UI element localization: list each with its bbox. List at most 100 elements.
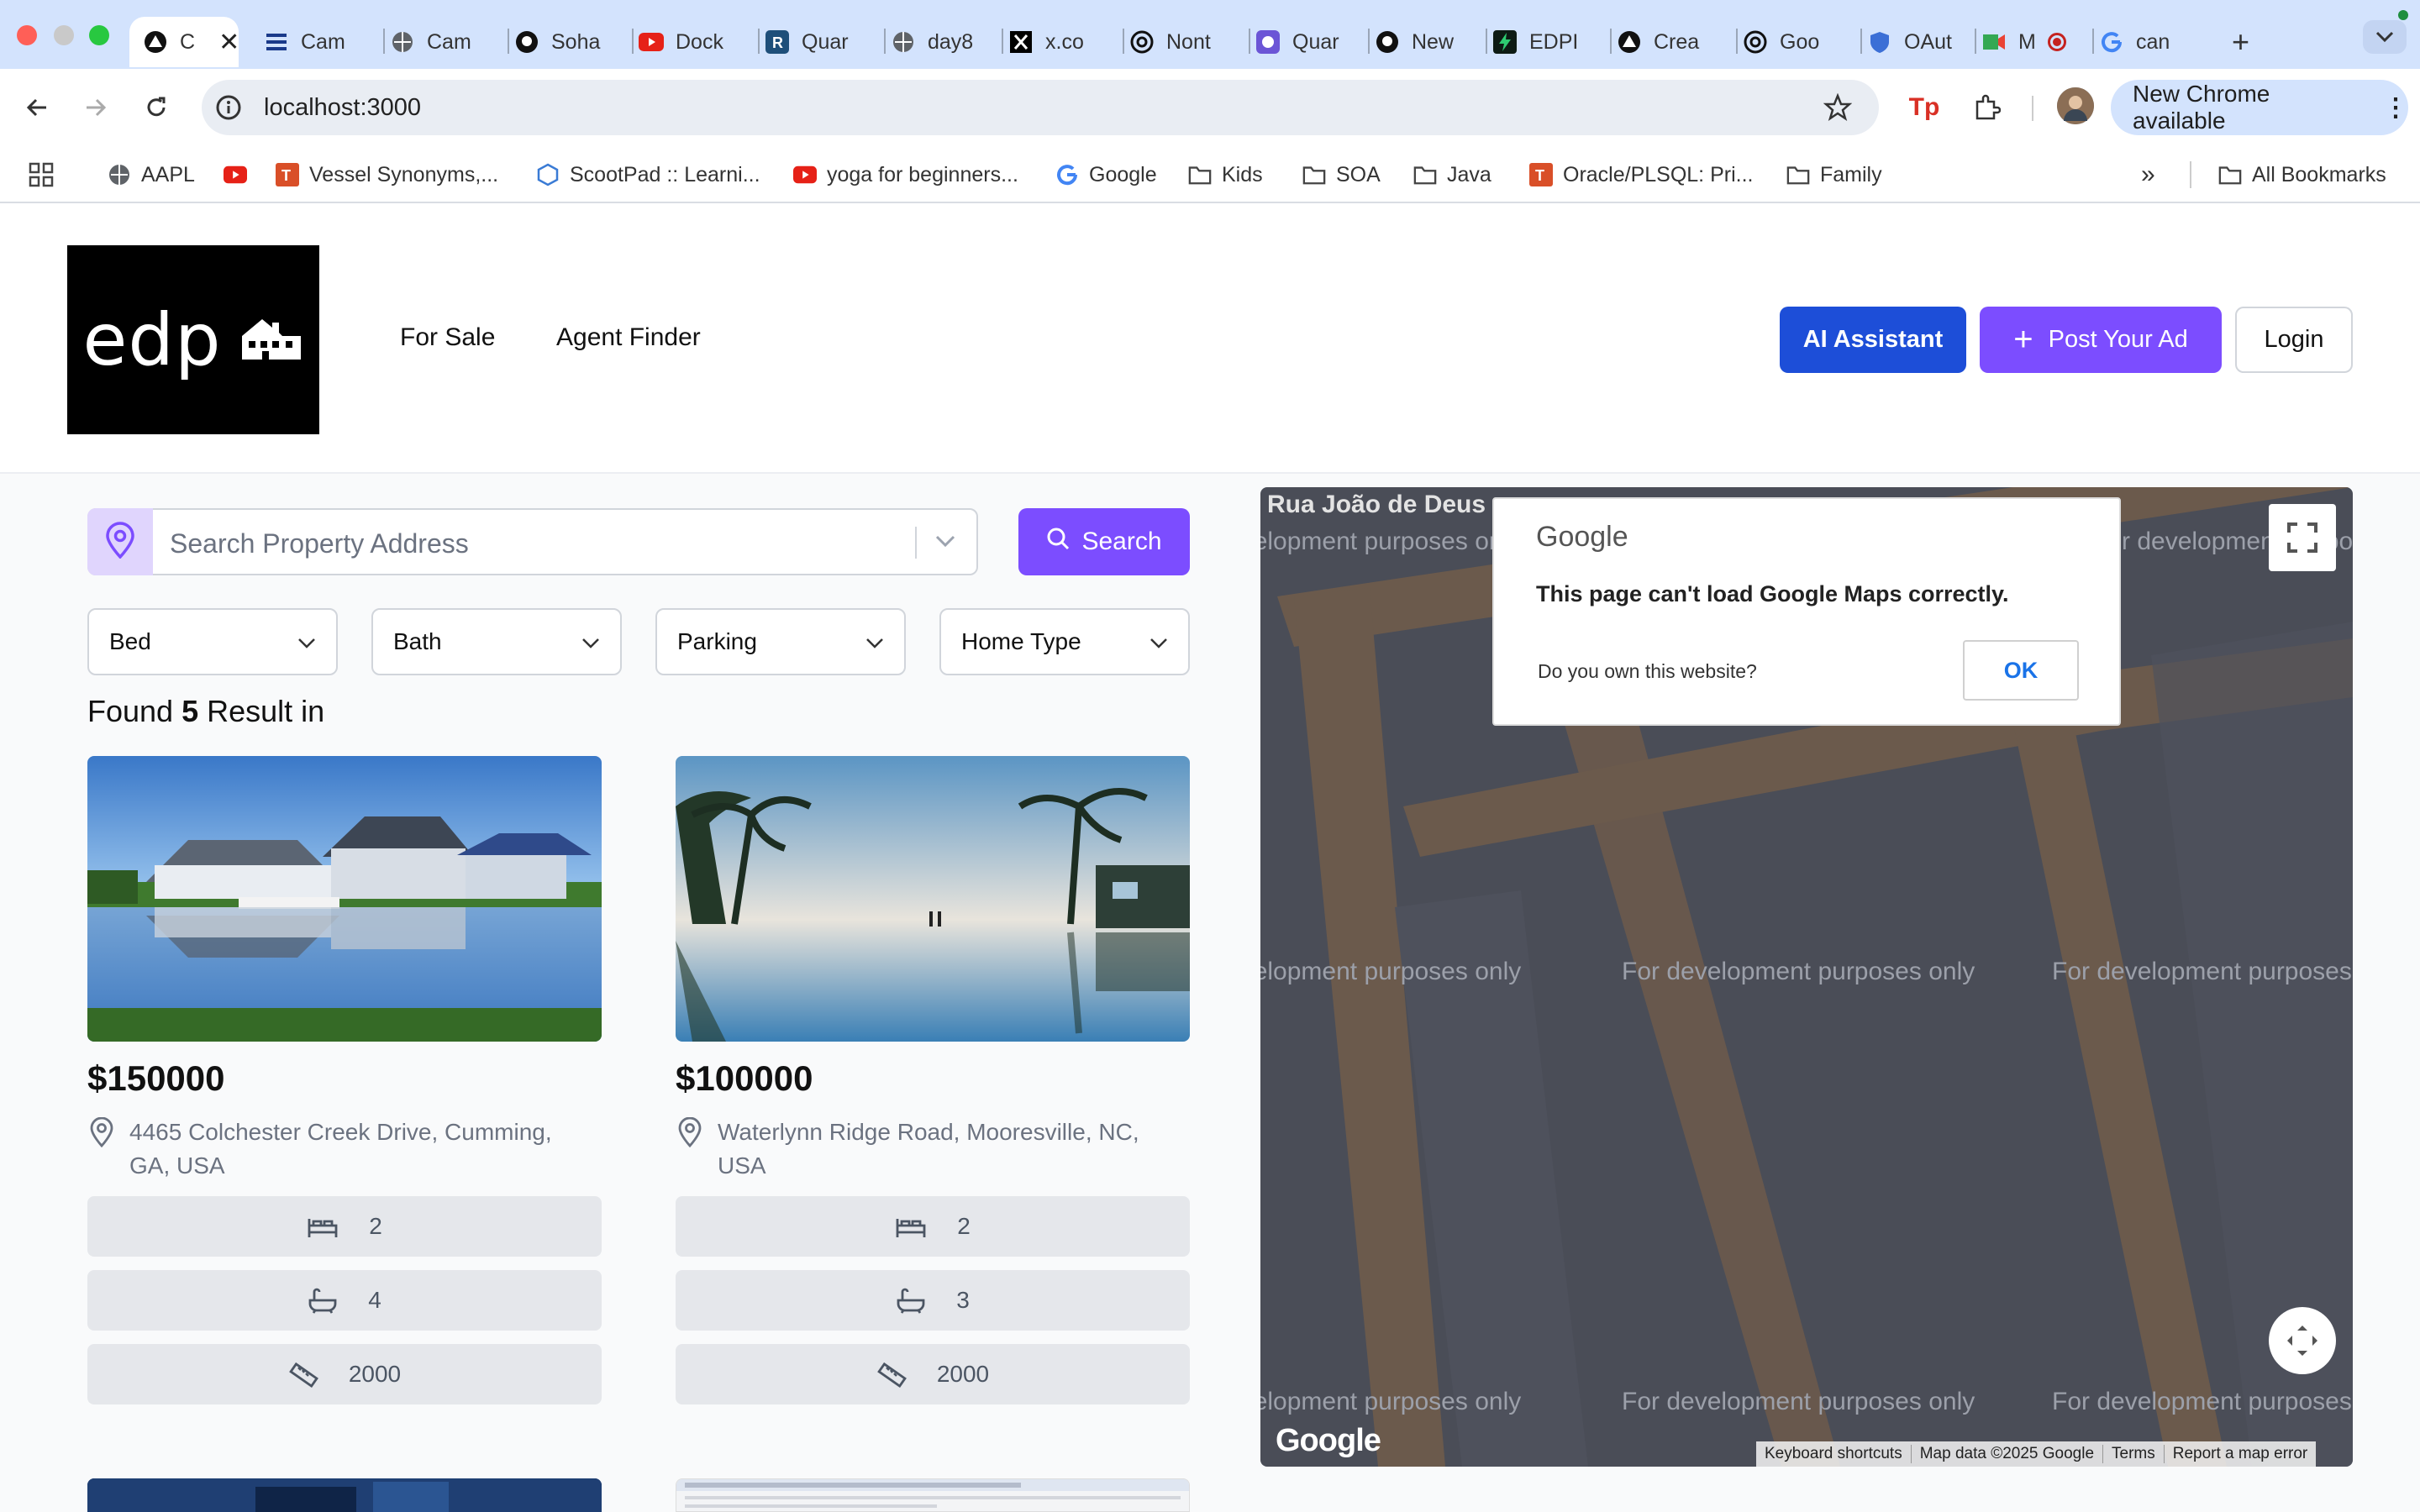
bookmark-item[interactable]: Google	[1055, 158, 1157, 192]
tab[interactable]: M	[1981, 17, 2091, 67]
maximize-window-icon[interactable]	[89, 25, 109, 45]
tab[interactable]: day8	[891, 17, 1000, 67]
bookmark-item[interactable]: Java	[1413, 158, 1491, 192]
filter-bed-select[interactable]: Bed	[87, 608, 338, 675]
forward-arrow-icon[interactable]	[77, 89, 114, 126]
tab-label: Goo	[1780, 29, 1820, 54]
t-icon: T	[1529, 163, 1553, 186]
listing-image-2[interactable]	[676, 756, 1190, 1042]
filter-bath-select[interactable]: Bath	[371, 608, 622, 675]
tab-close-icon[interactable]: ✕	[218, 28, 239, 57]
listing-area: 2000	[676, 1344, 1190, 1404]
new-tab-button[interactable]: +	[2232, 17, 2265, 67]
bed-icon	[895, 1214, 942, 1239]
filter-parking-select[interactable]: Parking	[655, 608, 906, 675]
listing-image-4[interactable]	[676, 1478, 1190, 1512]
toolbar-divider	[2032, 96, 2033, 121]
ai-assistant-button[interactable]: AI Assistant	[1780, 307, 1966, 373]
bookmarks-overflow-button[interactable]: »	[2141, 158, 2155, 192]
tab[interactable]: EDPI	[1492, 17, 1602, 67]
logo-text: edp	[82, 297, 222, 382]
dialog-question-link[interactable]: Do you own this website?	[1538, 660, 1757, 683]
bookmark-item[interactable]: T Oracle/PLSQL: Pri...	[1529, 158, 1753, 192]
bookmark-item[interactable]: yoga for beginners...	[793, 158, 1018, 192]
search-button[interactable]: Search	[1018, 508, 1190, 575]
chevron-down-icon	[297, 628, 316, 655]
youtube-icon	[639, 29, 664, 55]
tab[interactable]: Nont	[1129, 17, 1239, 67]
extensions-puzzle-icon[interactable]	[1968, 89, 2005, 126]
apps-grid-icon[interactable]	[29, 158, 54, 192]
login-button[interactable]: Login	[2235, 307, 2353, 373]
close-window-icon[interactable]	[17, 25, 37, 45]
site-logo[interactable]: edp	[67, 245, 319, 434]
fullscreen-icon[interactable]	[2269, 504, 2336, 571]
tab-separator	[1486, 29, 1487, 54]
extension-tp-icon[interactable]: Tp	[1906, 89, 1943, 126]
site-info-icon[interactable]	[215, 94, 242, 125]
tab[interactable]: OAut	[1867, 17, 1976, 67]
tab[interactable]: New	[1375, 17, 1484, 67]
tab[interactable]: Crea	[1617, 17, 1726, 67]
tab[interactable]: Dock	[639, 17, 748, 67]
bookmark-item[interactable]: Family	[1786, 158, 1882, 192]
reload-icon[interactable]	[138, 89, 175, 126]
bookmark-item[interactable]: ScootPad :: Learni...	[536, 158, 760, 192]
tab[interactable]: Cam	[390, 17, 499, 67]
tab[interactable]: x.co	[1008, 17, 1118, 67]
keyboard-shortcuts-link[interactable]: Keyboard shortcuts	[1756, 1445, 1912, 1463]
listing-image-1[interactable]	[87, 756, 602, 1042]
search-input[interactable]: Search Property Address	[87, 508, 978, 575]
filter-label: Parking	[677, 628, 757, 654]
tab-separator	[1249, 29, 1250, 54]
all-bookmarks-button[interactable]: All Bookmarks	[2218, 158, 2386, 192]
dialog-ok-button[interactable]: OK	[1963, 640, 2079, 701]
search-divider	[915, 527, 917, 559]
kebab-menu-icon[interactable]: ⋮	[2383, 93, 2408, 123]
post-your-ad-button[interactable]: + Post Your Ad	[1980, 307, 2222, 373]
tab[interactable]: R Quar	[765, 17, 874, 67]
search-icon	[1046, 527, 1070, 557]
tab[interactable]: Goo	[1743, 17, 1852, 67]
folder-icon	[1302, 163, 1326, 186]
tab[interactable]: Cam	[264, 17, 373, 67]
openai-icon	[1129, 29, 1155, 55]
listing-image-3[interactable]	[87, 1478, 602, 1512]
tab-active[interactable]: C ✕	[129, 17, 239, 67]
tab-search-chevron-icon[interactable]	[2363, 20, 2407, 54]
dev-watermark: For development purposes only	[1622, 958, 1975, 985]
chrome-update-button[interactable]: New Chrome available ⋮	[2111, 80, 2408, 135]
bookmark-item[interactable]: T Vessel Synonyms,...	[276, 158, 498, 192]
tab[interactable]: can	[2099, 17, 2217, 67]
terms-link[interactable]: Terms	[2103, 1445, 2165, 1463]
pan-control-icon[interactable]	[2269, 1307, 2336, 1374]
nav-agent-finder[interactable]: Agent Finder	[556, 323, 701, 352]
listing-price: $100000	[676, 1058, 813, 1098]
filter-home-type-select[interactable]: Home Type	[939, 608, 1190, 675]
bookmark-label: Kids	[1222, 162, 1263, 186]
bookmark-label: Java	[1447, 162, 1491, 186]
dev-watermark: For development purposes only	[1622, 1388, 1975, 1415]
bookmark-item[interactable]	[224, 158, 257, 192]
tab-separator	[383, 29, 385, 54]
triangle-icon	[143, 29, 168, 55]
tab[interactable]: Quar	[1255, 17, 1365, 67]
recording-icon	[2047, 33, 2066, 51]
bookmark-star-icon[interactable]	[1823, 92, 1853, 126]
google-map-logo: Google	[1276, 1423, 1381, 1458]
profile-avatar[interactable]	[2057, 87, 2094, 124]
address-bar[interactable]: localhost:3000	[202, 80, 1879, 135]
tab-label: Crea	[1654, 29, 1700, 54]
search-dropdown-chevron-icon[interactable]	[934, 533, 956, 553]
minimize-window-icon[interactable]	[54, 25, 74, 45]
back-arrow-icon[interactable]	[18, 89, 55, 126]
bookmark-item[interactable]: SOA	[1302, 158, 1381, 192]
report-error-link[interactable]: Report a map error	[2165, 1445, 2317, 1463]
tab[interactable]: Soha	[514, 17, 623, 67]
nav-for-sale[interactable]: For Sale	[400, 323, 495, 352]
url-text: localhost:3000	[264, 94, 422, 121]
bookmark-item[interactable]: AAPL	[108, 158, 195, 192]
tab-separator	[758, 29, 760, 54]
tab-label: Quar	[802, 29, 849, 54]
bookmark-item[interactable]: Kids	[1188, 158, 1263, 192]
